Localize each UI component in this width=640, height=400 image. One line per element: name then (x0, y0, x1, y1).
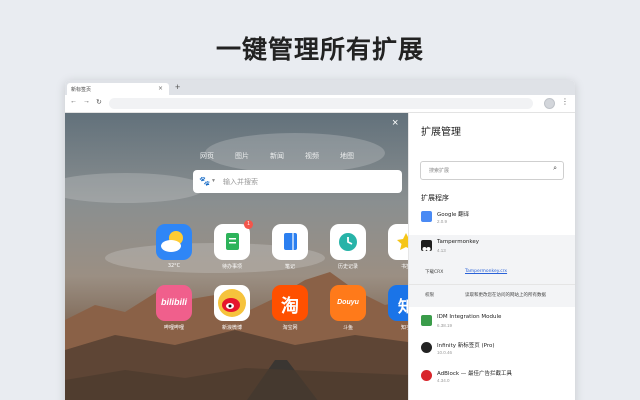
baidu-icon[interactable]: 🐾 (199, 176, 210, 187)
search-tab-web[interactable]: 网页 (200, 151, 214, 161)
search-tab-news[interactable]: 新闻 (270, 151, 284, 161)
douyu-icon: Douyu (330, 285, 366, 321)
bookmark-icon (388, 224, 408, 260)
browser-tab[interactable]: 新标签页 × (67, 83, 169, 95)
idm-icon (421, 315, 432, 326)
notes-icon (272, 224, 308, 260)
app-notes[interactable]: 笔记 (272, 224, 308, 270)
infinity-icon (421, 342, 432, 353)
todo-icon: 1 (214, 220, 253, 260)
app-weather[interactable]: 32°C (156, 224, 192, 269)
search-tab-video[interactable]: 视频 (305, 151, 319, 161)
download-crx-label: 下载CRX (425, 270, 444, 275)
weibo-icon (214, 285, 250, 321)
page-headline: 一键管理所有扩展 (215, 35, 424, 64)
notification-badge: 1 (244, 220, 253, 229)
permission-label: 权限 (425, 293, 434, 298)
menu-icon[interactable]: ⋮ (561, 97, 569, 106)
history-icon (330, 224, 366, 260)
weather-icon (156, 224, 192, 260)
browser-content: × 网页 图片 新闻 视频 地图 🐾 ▼ 输入并搜索 32°C 1 待办事项 笔… (65, 113, 575, 400)
app-history[interactable]: 历史记录 (330, 224, 366, 270)
app-zhihu[interactable]: 知 知乎 (388, 285, 408, 331)
google-translate-icon (421, 211, 432, 222)
adblock-icon (421, 370, 432, 381)
search-tab-images[interactable]: 图片 (235, 151, 249, 161)
app-todo[interactable]: 1 待办事项 (214, 220, 253, 270)
permission-value: 读取和更改您在访问的网站上的所有数据 (465, 293, 546, 298)
address-bar[interactable] (109, 98, 533, 109)
app-weibo[interactable]: 新浪微博 (214, 285, 250, 331)
section-label: 扩展程序 (421, 194, 449, 202)
extension-search-placeholder: 搜索扩展 (429, 168, 450, 174)
tab-bar: 新标签页 × + (65, 80, 575, 95)
profile-avatar[interactable] (544, 98, 555, 109)
tab-close-icon[interactable]: × (158, 85, 163, 92)
app-douyu[interactable]: Douyu 斗鱼 (330, 285, 366, 331)
chevron-down-icon[interactable]: ▼ (211, 178, 216, 184)
extension-panel: 扩展管理 搜索扩展 ⌕ 扩展程序 Google 翻译 2.0.9 Tamperm… (408, 113, 575, 400)
back-icon[interactable]: ← (70, 98, 77, 105)
tampermonkey-icon (421, 240, 432, 251)
new-tab-icon[interactable]: + (175, 82, 180, 92)
new-tab-page: × 网页 图片 新闻 视频 地图 🐾 ▼ 输入并搜索 32°C 1 待办事项 笔… (65, 113, 408, 400)
tab-title: 新标签页 (71, 87, 92, 93)
app-taobao[interactable]: 淘 淘宝网 (272, 285, 308, 331)
browser-window: 新标签页 × + ← → ↻ ⋮ × 网页 图片 新闻 视频 地图 🐾 ▼ 输入… (65, 80, 575, 400)
close-icon[interactable]: × (392, 117, 398, 129)
forward-icon[interactable]: → (83, 98, 90, 105)
panel-title: 扩展管理 (421, 127, 461, 138)
search-tab-map[interactable]: 地图 (340, 151, 354, 161)
search-icon[interactable]: ⌕ (553, 165, 557, 173)
zhihu-icon: 知 (388, 285, 408, 321)
extension-search-input[interactable]: 搜索扩展 ⌕ (420, 161, 564, 180)
bilibili-icon: bilibili (156, 285, 192, 321)
search-placeholder: 输入并搜索 (223, 178, 258, 186)
app-bilibili[interactable]: bilibili 哔哩哔哩 (156, 285, 192, 331)
search-input[interactable]: 🐾 ▼ 输入并搜索 (193, 170, 402, 193)
download-crx-link[interactable]: Tampermonkey.crx (465, 269, 507, 274)
browser-toolbar: ← → ↻ ⋮ (65, 95, 575, 113)
taobao-icon: 淘 (272, 285, 308, 321)
reload-icon[interactable]: ↻ (96, 98, 102, 106)
app-bookmark[interactable]: 书签 (388, 224, 408, 270)
